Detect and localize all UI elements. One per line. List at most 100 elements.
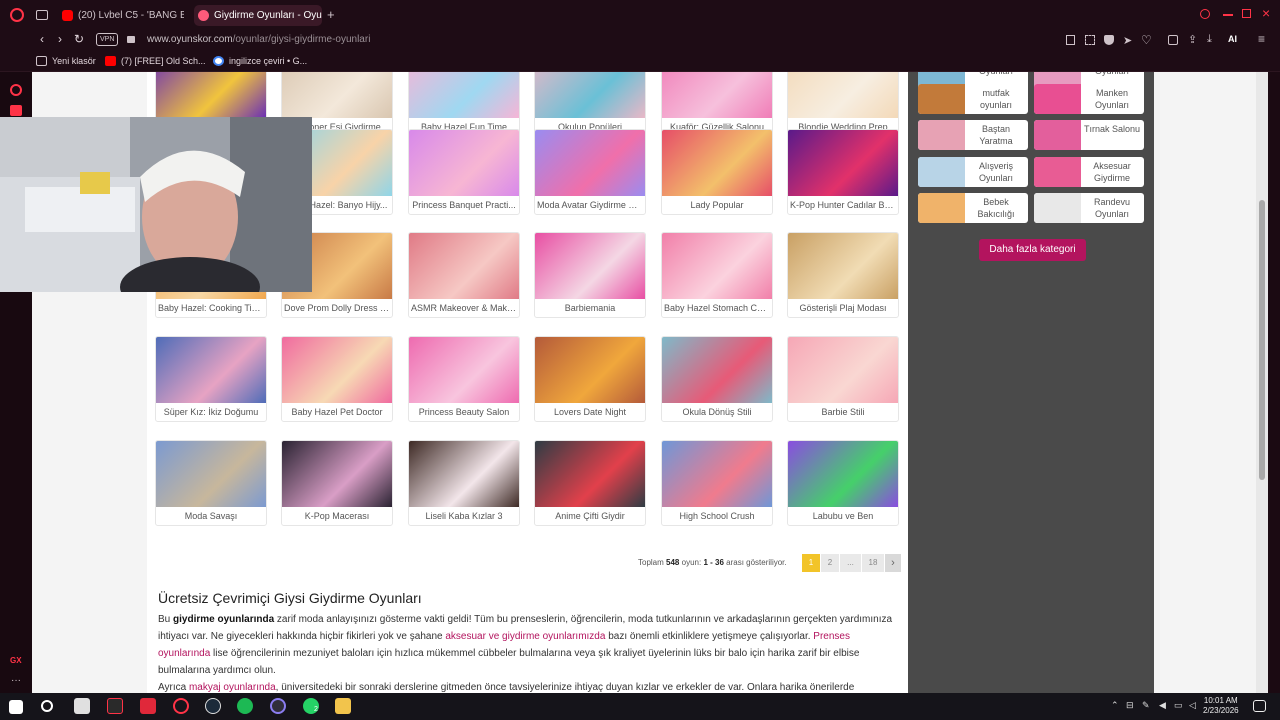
send-icon[interactable]: ➤ — [1123, 34, 1132, 47]
winrar-icon[interactable] — [140, 698, 156, 714]
game-thumbnail[interactable] — [409, 441, 519, 507]
search-icon[interactable] — [41, 700, 53, 712]
search-icon[interactable] — [1200, 9, 1210, 19]
game-card[interactable]: Anime Çifti Giydir — [534, 440, 646, 526]
game-title[interactable]: Moda Savaşı — [158, 511, 264, 521]
game-card[interactable]: Barbie Stili — [787, 336, 899, 422]
share-icon[interactable]: ⇪ — [1188, 33, 1197, 46]
category-tile[interactable]: Aksesuar Giydirme — [1034, 157, 1144, 187]
game-title[interactable]: Süper Kız: İkiz Doğumu — [158, 407, 264, 417]
back-button[interactable]: ‹ — [35, 32, 49, 46]
category-tile[interactable]: Baştan Yaratma — [918, 120, 1028, 150]
game-title[interactable]: Dove Prom Dolly Dress Up — [284, 303, 390, 313]
game-card[interactable]: Lady Popular — [661, 129, 773, 215]
game-card[interactable]: Moda Savaşı — [155, 440, 267, 526]
game-card[interactable]: Princess Banquet Practi... — [408, 129, 520, 215]
minimize-button[interactable] — [1223, 14, 1233, 16]
scrollbar-thumb[interactable] — [1259, 200, 1265, 480]
page-1-button[interactable]: 1 — [802, 554, 820, 572]
game-thumbnail[interactable] — [535, 337, 645, 403]
game-thumbnail[interactable] — [788, 337, 898, 403]
opera-gx-icon[interactable] — [173, 698, 189, 714]
game-thumbnail[interactable] — [788, 130, 898, 196]
menu-icon[interactable]: ≡ — [1258, 32, 1265, 46]
game-card[interactable]: Baby Hazel Stomach Care — [661, 232, 773, 318]
game-thumbnail[interactable] — [662, 233, 772, 299]
game-title[interactable]: Okula Dönüş Stili — [664, 407, 770, 417]
capcut-icon[interactable] — [107, 698, 123, 714]
close-button[interactable]: × — [1262, 5, 1270, 21]
game-title[interactable]: Lady Popular — [664, 200, 770, 210]
game-card[interactable]: Baby Hazel Pet Doctor — [281, 336, 393, 422]
speaker-icon[interactable]: ◁ — [1189, 700, 1196, 711]
game-thumbnail[interactable] — [409, 233, 519, 299]
game-title[interactable]: Liseli Kaba Kızlar 3 — [411, 511, 517, 521]
game-thumbnail[interactable] — [535, 441, 645, 507]
notification-icon[interactable] — [1253, 700, 1266, 712]
game-card[interactable]: Lovers Date Night — [534, 336, 646, 422]
windows-start-icon[interactable] — [9, 700, 23, 714]
category-tile[interactable]: Alışveriş Oyunları — [918, 157, 1028, 187]
game-thumbnail[interactable] — [282, 72, 392, 118]
more-icon[interactable]: ··· — [11, 675, 21, 686]
more-categories-button[interactable]: Daha fazla kategori — [979, 239, 1086, 261]
game-title[interactable]: K-Pop Macerası — [284, 511, 390, 521]
game-thumbnail[interactable] — [788, 72, 898, 118]
page-2-button[interactable]: 2 — [821, 554, 839, 572]
scrollbar[interactable] — [1256, 72, 1268, 693]
game-thumbnail[interactable] — [156, 337, 266, 403]
accessory-games-link[interactable]: aksesuar ve giydirme oyunlarımızda — [445, 631, 605, 642]
game-card[interactable]: Baby Hazel Fun Time — [408, 72, 520, 137]
game-thumbnail[interactable] — [409, 72, 519, 118]
game-card[interactable]: High School Crush — [661, 440, 773, 526]
taskbar-clock[interactable]: 10:01 AM 2/23/2026 — [1203, 696, 1239, 716]
game-card[interactable]: ASMR Makeover & Make... — [408, 232, 520, 318]
extensions-icon[interactable] — [1168, 35, 1178, 45]
game-card[interactable]: Süper Kız: İkiz Doğumu — [155, 336, 267, 422]
game-title[interactable]: Gösterişli Plaj Modası — [790, 303, 896, 313]
game-card[interactable]: Princess Beauty Salon — [408, 336, 520, 422]
game-card[interactable]: Labubu ve Ben — [787, 440, 899, 526]
download-icon[interactable]: ⤓ — [1207, 33, 1212, 46]
tab-overview-icon[interactable] — [36, 10, 48, 20]
heart-icon[interactable]: ♡ — [1141, 33, 1152, 47]
game-title[interactable]: Labubu ve Ben — [790, 511, 896, 521]
category-tile[interactable]: Bebek Bakıcılığı — [918, 193, 1028, 223]
game-card[interactable]: K-Pop Macerası — [281, 440, 393, 526]
game-card[interactable]: Okula Dönüş Stili — [661, 336, 773, 422]
game-title[interactable]: Anime Çifti Giydir — [537, 511, 643, 521]
game-title[interactable]: Baby Hazel Pet Doctor — [284, 407, 390, 417]
category-tile[interactable]: Tırnak Salonu — [1034, 120, 1144, 150]
pin-icon[interactable] — [1066, 35, 1075, 45]
game-title[interactable]: Princess Beauty Salon — [411, 407, 517, 417]
obs-icon[interactable] — [270, 698, 286, 714]
game-thumbnail[interactable] — [788, 233, 898, 299]
url-field[interactable]: www.oyunskor.com/oyunlar/giysi-giydirme-… — [147, 34, 370, 45]
makeup-games-link[interactable]: makyaj oyunlarında — [189, 682, 276, 693]
game-title[interactable]: Barbiemania — [537, 303, 643, 313]
game-card[interactable]: Blondie Wedding Prep — [787, 72, 899, 137]
vpn-badge[interactable]: VPN — [96, 33, 119, 46]
game-card[interactable]: Kuaför: Güzellik Salonu — [661, 72, 773, 137]
game-title[interactable]: Moda Avatar Giydirme St... — [537, 200, 643, 210]
category-tile[interactable]: mutfak oyunları — [918, 84, 1028, 114]
file-explorer-icon[interactable] — [335, 698, 351, 714]
shield-icon[interactable] — [1104, 35, 1114, 45]
game-thumbnail[interactable] — [409, 337, 519, 403]
maximize-button[interactable] — [1242, 9, 1251, 18]
game-thumbnail[interactable] — [156, 72, 266, 118]
game-thumbnail[interactable] — [535, 233, 645, 299]
game-card[interactable]: Gösterişli Plaj Modası — [787, 232, 899, 318]
game-card[interactable]: Moda Avatar Giydirme St... — [534, 129, 646, 215]
ai-button[interactable]: AI — [1228, 34, 1237, 44]
game-title[interactable]: Barbie Stili — [790, 407, 896, 417]
game-thumbnail[interactable] — [156, 441, 266, 507]
tray-chevron-icon[interactable]: ⌃ — [1111, 700, 1119, 711]
game-title[interactable]: Princess Banquet Practi... — [411, 200, 517, 210]
new-tab-button[interactable]: + — [327, 7, 335, 22]
tab-oyunskor[interactable]: Giydirme Oyunları - Oyuns — [194, 5, 322, 26]
game-thumbnail[interactable] — [409, 130, 519, 196]
bookmark-youtube[interactable]: (7) [FREE] Old Sch... — [105, 56, 206, 66]
game-thumbnail[interactable] — [662, 337, 772, 403]
bookmark-folder[interactable]: Yeni klasör — [36, 56, 96, 66]
